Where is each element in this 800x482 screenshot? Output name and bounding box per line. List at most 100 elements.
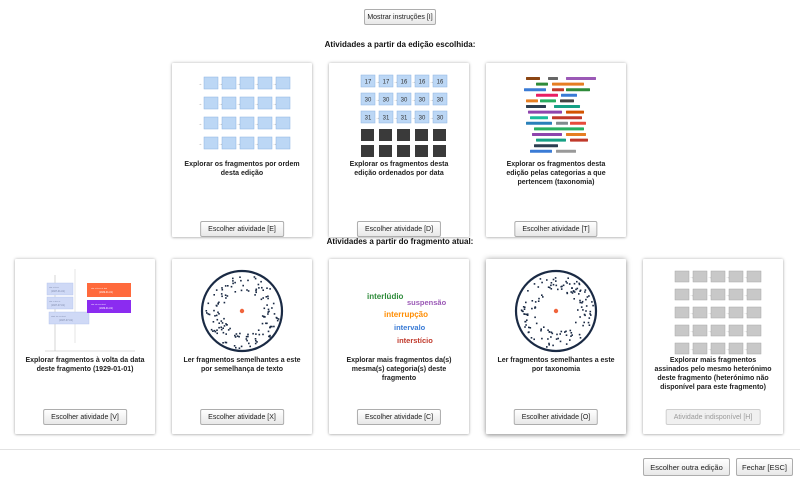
activity-card-taxonomy-similarity[interactable]: Ler fragmentos semelhantes a este por ta… [486,259,626,434]
fragment-box [239,96,255,110]
choose-activity-e-button[interactable]: Escolher atividade [E] [200,221,284,237]
fragment-dot [238,335,240,338]
empty-slot [433,145,446,157]
date-number: 30 [437,116,444,122]
choose-activity-x-button[interactable]: Escolher atividade [X] [200,409,284,425]
arrow-mark: → [198,121,202,126]
disabled-box [674,324,690,337]
fragment-dot [255,289,257,292]
show-instructions-button[interactable]: Mostrar instruções [I] [364,9,436,25]
fragment-dot [254,338,257,340]
fragment-dot [240,345,243,348]
fragment-dot [267,330,270,333]
fragment-dot [220,293,223,295]
disabled-box [674,306,690,319]
fragment-dot [538,297,540,300]
fragment-dot [559,333,561,335]
cloud-word [530,149,552,153]
fragment-dot [223,317,225,320]
close-button[interactable]: Fechar [ESC] [736,458,793,476]
fragment-dot [543,326,545,328]
fragment-box [257,96,273,110]
fragment-dot [261,322,264,325]
disabled-box [710,288,726,301]
fragment-dot [216,329,218,331]
fragment-dot [212,330,214,332]
fragment-dot [238,347,241,349]
cloud-word [554,105,580,108]
fragment-dot [535,322,538,325]
fragment-dot [526,314,529,316]
cloud-word [532,133,562,136]
fragment-dot [245,335,248,338]
fragment-dot [575,321,577,324]
fragment-dot [207,302,210,305]
fragment-dot [262,297,264,299]
activity-card-edition-order[interactable]: → → → → → → → → → → → → → → → → → → → → Explorar os fragmen… [172,63,312,237]
disabled-box [728,342,744,355]
fragment-dot [572,290,575,292]
fragment-dot [562,284,565,287]
cloud-word [561,93,577,97]
fragment-dot [249,345,251,348]
fragment-dot [229,327,231,330]
fragment-dot [254,342,257,345]
choose-activity-o-button[interactable]: Escolher atividade [O] [513,409,599,425]
activity-card-fragment-date[interactable]: ▪▪▪▪ ▪▪ ▪▪▪▪ (1927-01-01) ▪▪▪▪ ▪ ▪▪▪▪ ▪▪(… [15,259,155,434]
fragment-dot [569,339,571,341]
fragment-dot [578,293,580,295]
fragment-dot [234,334,236,337]
fragment-dot [277,318,280,320]
svg-text:(1929-01-01): (1929-01-01) [99,291,113,294]
fragment-dot [583,321,585,324]
date-number: 31 [383,116,390,122]
disabled-box [710,270,726,283]
fragment-dot [221,295,223,298]
fragment-dot [573,282,576,285]
choose-activity-d-button[interactable]: Escolher atividade [D] [356,221,442,237]
fragment-dot [269,288,271,290]
activity-card-text-similarity[interactable]: Ler fragmentos semelhantes a este por se… [172,259,312,434]
fragment-dot [579,289,582,292]
fragment-dot [257,329,260,331]
choose-activity-c-button[interactable]: Escolher atividade [C] [356,409,442,425]
fragment-dot [547,338,549,340]
fragment-box [275,76,291,90]
fragment-dot [247,333,249,336]
cloud-word [526,77,540,80]
activity-card-same-heteronym[interactable]: → → → → → → → → → → → → → → → → → → → → Explorar mais fragm… [643,259,783,434]
fragment-dot [263,316,265,318]
fragment-dot [215,289,218,291]
activity-unavailable-h-button: Atividade indisponível [H] [665,409,761,425]
fragment-dot [584,291,586,293]
fragment-dot [533,338,535,341]
fragment-dot [265,322,267,325]
fragment-dot [275,316,278,319]
fragment-box [203,76,219,90]
disabled-box [692,270,708,283]
fragment-date-timeline-thumbnail: ▪▪▪▪ ▪▪ ▪▪▪▪(1927-01-01) ▪▪▪▪ ▪ ▪▪▪▪ ▪▪(… [45,269,135,352]
fragment-dot [218,313,220,315]
edition-order-thumbnail: → → → →→→ → → →→→ → → →→→ → → →→ [198,76,291,150]
activity-label: Explorar fragmentos à volta da data dest… [25,357,145,373]
fragment-dot [245,338,248,340]
choose-other-edition-button[interactable]: Escolher outra edição [643,458,730,476]
fragment-dot [531,307,533,310]
svg-text:▪▪▪▪ ▪▪ ▪▪▪▪ ▪▪ ▪▪▪▪: ▪▪▪▪ ▪▪ ▪▪▪▪ ▪▪ ▪▪▪▪ [91,287,107,290]
activity-card-edition-taxonomy[interactable]: Explorar os fragmentos desta edição pela… [486,63,626,237]
fragment-dot [255,333,257,335]
fragment-dot [235,346,237,349]
fragment-box [239,136,255,150]
fragment-dot [556,333,558,336]
cloud-word [526,99,538,103]
fragment-dot [215,314,218,317]
activity-card-same-category[interactable]: interlúdio suspensão interrupção interva… [329,259,469,434]
fragment-dot [260,280,262,283]
fragment-dot [221,287,223,289]
activity-card-edition-date[interactable]: 17 → 17 → 16 → 16 → 16 30 → 30 → 30 → 30 → 30 31 → 31 → 31 → 30 →… [329,63,469,237]
choose-activity-t-button[interactable]: Escolher atividade [T] [514,221,598,237]
fragment-dot [267,295,269,298]
fragment-dot [550,336,552,338]
cloud-word [534,127,584,131]
choose-activity-v-button[interactable]: Escolher atividade [V] [43,409,127,425]
